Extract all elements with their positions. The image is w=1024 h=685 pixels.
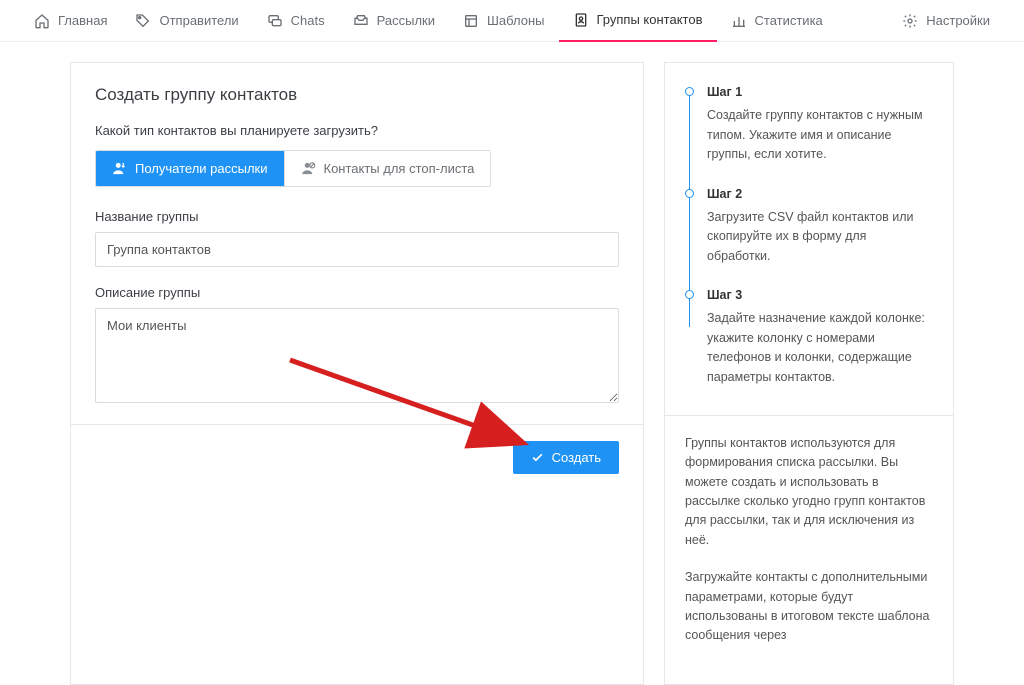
template-icon (463, 13, 479, 29)
tab-label: Получатели рассылки (135, 161, 268, 176)
step-title: Шаг 1 (707, 83, 933, 102)
step-1: Шаг 1 Создайте группу контактов с нужным… (685, 83, 933, 165)
step-title: Шаг 2 (707, 185, 933, 204)
nav-mailings[interactable]: Рассылки (339, 0, 449, 42)
steps-list: Шаг 1 Создайте группу контактов с нужным… (685, 83, 933, 387)
chat-icon (267, 13, 283, 29)
step-3: Шаг 3 Задайте назначение каждой колонке:… (685, 286, 933, 387)
nav-label: Настройки (926, 13, 990, 28)
nav-senders[interactable]: Отправители (121, 0, 252, 42)
inbox-icon (353, 13, 369, 29)
create-group-card: Создать группу контактов Какой тип конта… (70, 62, 644, 685)
nav-label: Chats (291, 13, 325, 28)
step-text: Загрузите CSV файл контактов или скопиру… (707, 208, 933, 266)
nav-contact-groups[interactable]: Группы контактов (559, 0, 717, 42)
tab-label: Контакты для стоп-листа (324, 161, 475, 176)
group-name-input[interactable] (95, 232, 619, 267)
contact-type-tabs: Получатели рассылки Контакты для стоп-ли… (95, 150, 491, 187)
group-desc-input[interactable] (95, 308, 619, 403)
type-question: Какой тип контактов вы планируете загруз… (95, 123, 619, 138)
nav-label: Группы контактов (597, 12, 703, 27)
nav-templates[interactable]: Шаблоны (449, 0, 559, 42)
tab-stoplist[interactable]: Контакты для стоп-листа (285, 151, 491, 186)
create-button[interactable]: Создать (513, 441, 619, 474)
nav-label: Статистика (755, 13, 823, 28)
nav-label: Рассылки (377, 13, 435, 28)
group-desc-label: Описание группы (95, 285, 619, 300)
step-text: Создайте группу контактов с нужным типом… (707, 106, 933, 164)
nav-home[interactable]: Главная (20, 0, 121, 42)
page-title: Создать группу контактов (95, 85, 619, 105)
create-button-label: Создать (552, 450, 601, 465)
nav-chats[interactable]: Chats (253, 0, 339, 42)
tab-recipients[interactable]: Получатели рассылки (96, 151, 285, 186)
nav-label: Шаблоны (487, 13, 545, 28)
nav-label: Главная (58, 13, 107, 28)
nav-stats[interactable]: Статистика (717, 0, 837, 42)
stats-icon (731, 13, 747, 29)
nav-settings[interactable]: Настройки (888, 0, 1004, 42)
gear-icon (902, 13, 918, 29)
contacts-icon (573, 12, 589, 28)
side-help-card: Шаг 1 Создайте группу контактов с нужным… (664, 62, 954, 685)
tag-icon (135, 13, 151, 29)
help-paragraph-2: Загружайте контакты с дополнительными па… (685, 568, 933, 646)
nav-label: Отправители (159, 13, 238, 28)
step-2: Шаг 2 Загрузите CSV файл контактов или с… (685, 185, 933, 267)
group-name-label: Название группы (95, 209, 619, 224)
step-title: Шаг 3 (707, 286, 933, 305)
help-paragraph-1: Группы контактов используются для формир… (685, 434, 933, 550)
divider (665, 415, 953, 416)
card-footer: Создать (71, 424, 643, 490)
home-icon (34, 13, 50, 29)
step-text: Задайте назначение каждой колонке: укажи… (707, 309, 933, 387)
user-download-icon (112, 161, 127, 176)
check-icon (531, 451, 544, 464)
top-nav: Главная Отправители Chats Рассылки Шабло… (0, 0, 1024, 42)
user-block-icon (301, 161, 316, 176)
